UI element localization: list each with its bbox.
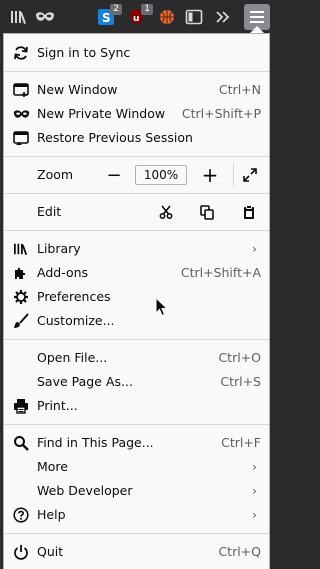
- overflow-menu-button[interactable]: [210, 4, 236, 30]
- scissors-icon: [159, 205, 173, 219]
- add-ons-label: Add-ons: [37, 265, 89, 280]
- separator: [4, 339, 269, 340]
- customize-item[interactable]: Customize...: [4, 309, 269, 333]
- quit-shortcut: Ctrl+Q: [218, 544, 261, 559]
- svg-text:u: u: [133, 14, 139, 24]
- ublock-button[interactable]: u 1: [125, 4, 153, 28]
- save-page-item[interactable]: Save Page As... Ctrl+S: [4, 370, 269, 394]
- fullscreen-icon: [243, 168, 257, 182]
- sidebar-toggle-button[interactable]: [181, 4, 207, 30]
- new-window-shortcut: Ctrl+N: [218, 82, 261, 97]
- chevron-right-icon: ›: [252, 507, 257, 522]
- edit-label: Edit: [37, 204, 62, 219]
- panel-arrow: [250, 26, 264, 33]
- zoom-label: Zoom: [37, 167, 74, 182]
- ublock-badge-count: 1: [141, 4, 153, 15]
- preferences-label: Preferences: [37, 289, 111, 304]
- basketball-extension-icon: [160, 10, 174, 24]
- paste-button[interactable]: [238, 199, 260, 225]
- new-private-window-label: New Private Window: [37, 106, 166, 121]
- sign-in-to-sync-item[interactable]: Sign in to Sync: [4, 41, 269, 65]
- new-window-item[interactable]: New Window Ctrl+N: [4, 78, 269, 102]
- help-icon: [12, 506, 30, 524]
- open-file-label: Open File...: [37, 350, 108, 365]
- new-window-label: New Window: [37, 82, 118, 97]
- mouse-cursor-icon: [155, 297, 168, 317]
- paintbrush-icon: [12, 312, 30, 330]
- library-item[interactable]: Library ›: [4, 237, 269, 261]
- chevron-right-icon: ›: [252, 241, 257, 256]
- extension-s-button[interactable]: S 2: [94, 4, 122, 28]
- extension-ball-button[interactable]: [154, 4, 180, 30]
- printer-icon: [12, 397, 30, 415]
- more-item[interactable]: More ›: [4, 455, 269, 479]
- chevron-right-icon: ›: [252, 459, 257, 474]
- separator: [4, 230, 269, 231]
- quit-label: Quit: [37, 544, 64, 559]
- web-developer-item[interactable]: Web Developer ›: [4, 479, 269, 503]
- print-item[interactable]: Print...: [4, 394, 269, 418]
- library-icon: [12, 240, 30, 258]
- library-toolbar-button[interactable]: [6, 4, 32, 30]
- print-label: Print...: [37, 398, 78, 413]
- private-browsing-button[interactable]: [32, 4, 58, 30]
- hamburger-icon: [250, 11, 264, 23]
- web-developer-label: Web Developer: [37, 483, 133, 498]
- restore-session-label: Restore Previous Session: [37, 130, 193, 145]
- separator: [4, 156, 269, 157]
- separator: [4, 71, 269, 72]
- power-icon: [12, 543, 30, 561]
- sync-label: Sign in to Sync: [37, 45, 131, 60]
- find-shortcut: Ctrl+F: [221, 435, 261, 450]
- zoom-divider: [233, 163, 234, 187]
- more-label: More: [37, 459, 68, 474]
- library-label: Library: [37, 241, 81, 256]
- copy-icon: [200, 204, 214, 220]
- open-file-shortcut: Ctrl+O: [218, 350, 261, 365]
- gear-icon: [12, 288, 30, 306]
- separator: [4, 533, 269, 534]
- clipboard-icon: [244, 204, 254, 219]
- find-label: Find in This Page...: [37, 435, 154, 450]
- mask-icon: [36, 12, 54, 21]
- new-window-icon: [12, 81, 30, 99]
- sidebar-icon: [185, 9, 203, 25]
- add-ons-shortcut: Ctrl+Shift+A: [180, 265, 261, 280]
- search-icon: [12, 434, 30, 452]
- help-item[interactable]: Help ›: [4, 503, 269, 527]
- find-in-page-item[interactable]: Find in This Page... Ctrl+F: [4, 431, 269, 455]
- zoom-in-button[interactable]: +: [200, 162, 220, 188]
- restore-session-icon: [12, 129, 30, 147]
- app-menu-panel: Sign in to Sync New Window Ctrl+N New Pr…: [3, 33, 270, 569]
- open-file-item[interactable]: Open File... Ctrl+O: [4, 346, 269, 370]
- zoom-reset-button[interactable]: 100%: [135, 165, 187, 185]
- double-chevron-icon: [216, 11, 230, 23]
- quit-item[interactable]: Quit Ctrl+Q: [4, 540, 269, 564]
- private-mask-icon: [12, 105, 30, 123]
- separator: [4, 193, 269, 194]
- new-private-window-item[interactable]: New Private Window Ctrl+Shift+P: [4, 102, 269, 126]
- extension-badge-count: 2: [110, 4, 122, 15]
- restore-session-item[interactable]: Restore Previous Session: [4, 126, 269, 150]
- browser-toolbar: S 2 u 1: [0, 0, 273, 33]
- chevron-right-icon: ›: [252, 483, 257, 498]
- new-private-window-shortcut: Ctrl+Shift+P: [181, 106, 261, 121]
- add-ons-item[interactable]: Add-ons Ctrl+Shift+A: [4, 261, 269, 285]
- save-page-label: Save Page As...: [37, 374, 133, 389]
- library-icon: [11, 11, 26, 24]
- fullscreen-button[interactable]: [240, 162, 260, 188]
- copy-button[interactable]: [196, 199, 218, 225]
- sync-icon: [12, 44, 30, 62]
- puzzle-icon: [12, 264, 30, 282]
- help-label: Help: [37, 507, 66, 522]
- zoom-out-button[interactable]: −: [104, 162, 124, 188]
- zoom-row: Zoom − 100% +: [4, 162, 269, 188]
- cut-button[interactable]: [155, 199, 177, 225]
- edit-row: Edit: [4, 199, 269, 225]
- save-page-shortcut: Ctrl+S: [220, 374, 261, 389]
- separator: [4, 424, 269, 425]
- customize-label: Customize...: [37, 313, 115, 328]
- preferences-item[interactable]: Preferences: [4, 285, 269, 309]
